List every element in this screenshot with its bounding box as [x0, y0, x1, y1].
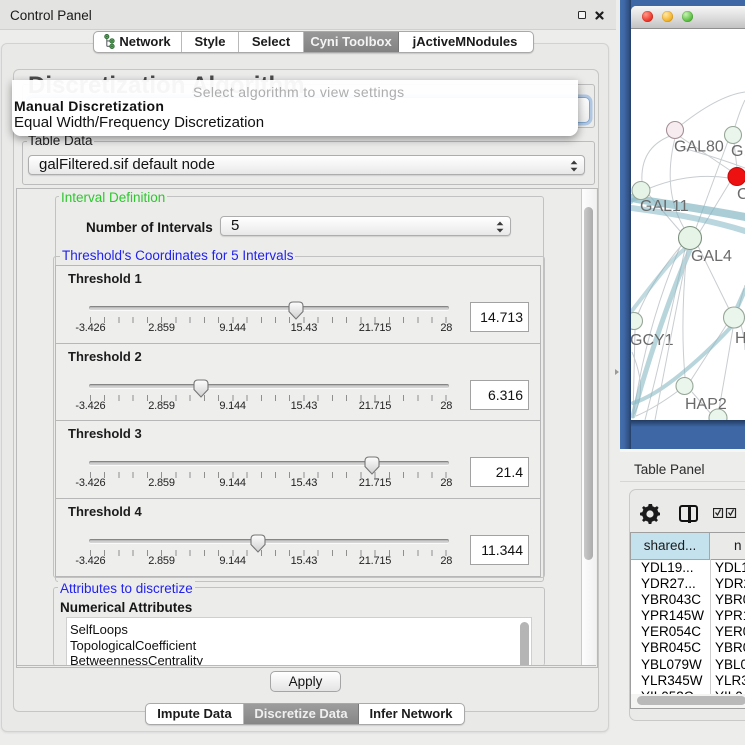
svg-text:GAL4: GAL4 [691, 248, 732, 265]
svg-text:H: H [735, 330, 745, 347]
svg-text:GAL11: GAL11 [640, 198, 689, 215]
svg-text:G.: G. [731, 143, 745, 160]
svg-text:C: C [737, 186, 745, 203]
svg-text:GCY1: GCY1 [631, 332, 674, 349]
svg-text:GAL80: GAL80 [674, 139, 724, 156]
svg-text:HAP2: HAP2 [685, 396, 727, 413]
